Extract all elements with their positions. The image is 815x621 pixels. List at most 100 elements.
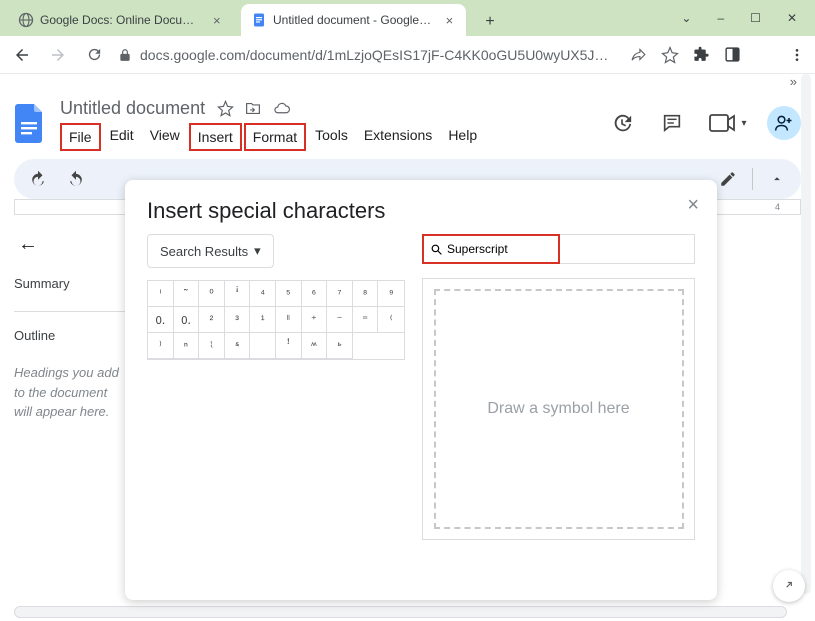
draw-symbol-area[interactable]: Draw a symbol here <box>422 278 695 540</box>
menu-help[interactable]: Help <box>441 123 484 151</box>
docs-header: Untitled document File Edit View Insert … <box>0 92 815 151</box>
search-extra[interactable] <box>560 234 695 264</box>
draw-hint: Draw a symbol here <box>487 400 629 418</box>
outline-panel: ← Summary Outline Headings you add to th… <box>14 223 126 422</box>
redo-button[interactable] <box>62 165 90 193</box>
kebab-menu-icon[interactable] <box>789 47 805 63</box>
char-cell[interactable]: 𐞻 <box>250 333 276 359</box>
maximize-icon[interactable]: ☐ <box>750 11 761 25</box>
char-cell[interactable]: ⁶ <box>302 281 328 307</box>
search-input[interactable] <box>447 242 547 256</box>
outline-heading: Outline <box>14 328 126 343</box>
char-cell[interactable]: ⁷ <box>327 281 353 307</box>
char-cell[interactable]: ⁰ <box>199 281 225 307</box>
tab-google-docs-home[interactable]: Google Docs: Online Document E × <box>8 4 233 36</box>
history-icon[interactable] <box>605 106 639 140</box>
share-url-icon[interactable] <box>630 46 647 63</box>
collapse-icon[interactable] <box>763 165 791 193</box>
dialog-close-icon[interactable]: × <box>687 194 699 217</box>
back-button[interactable] <box>10 43 34 67</box>
comments-icon[interactable] <box>655 106 689 140</box>
lock-icon <box>118 48 132 62</box>
docs-logo-icon[interactable] <box>14 102 50 146</box>
char-cell[interactable]: ꜝ <box>276 333 302 359</box>
menu-edit[interactable]: Edit <box>103 123 141 151</box>
char-cell[interactable]: ⁸ <box>353 281 379 307</box>
char-cell[interactable]: ⁴ <box>250 281 276 307</box>
horizontal-scrollbar[interactable] <box>14 606 787 618</box>
char-cell[interactable]: ¹ <box>250 307 276 333</box>
menu-file[interactable]: File <box>60 123 101 151</box>
share-button[interactable] <box>767 106 801 140</box>
url-display[interactable]: docs.google.com/document/d/1mLzjoQEsIS17… <box>118 47 618 63</box>
account-icon[interactable] <box>724 46 741 63</box>
char-cell[interactable]: ⁼ <box>353 307 379 333</box>
url-actions <box>630 46 805 64</box>
outline-back-icon[interactable]: ← <box>18 233 126 256</box>
menu-tools[interactable]: Tools <box>308 123 355 151</box>
char-cell[interactable]: ⁱ <box>148 281 174 307</box>
bookmark-overflow[interactable]: » <box>0 74 815 92</box>
char-cell[interactable]: 𐞺 <box>225 333 251 359</box>
char-cell[interactable]: ² <box>199 307 225 333</box>
extensions-icon[interactable] <box>693 46 710 63</box>
char-cell[interactable]: 𐞷 <box>276 307 302 333</box>
tab-title: Untitled document - Google Doc <box>273 13 433 27</box>
char-cell[interactable]: ³ <box>225 307 251 333</box>
char-cell[interactable]: ꜞ <box>225 281 251 307</box>
char-cell[interactable]: 🄀 <box>148 307 174 333</box>
outline-placeholder: Headings you add to the document will ap… <box>14 363 126 422</box>
char-cell[interactable]: 𐞹 <box>199 333 225 359</box>
cloud-icon[interactable] <box>272 100 292 117</box>
browser-titlebar: Google Docs: Online Document E × Untitle… <box>0 0 815 36</box>
docs-favicon-icon <box>251 12 267 28</box>
char-cell[interactable]: ⁺ <box>302 307 328 333</box>
vertical-scrollbar[interactable] <box>801 74 811 594</box>
summary-heading: Summary <box>14 276 126 291</box>
character-grid: ⁱ ˜ ⁰ ꜞ ⁴ ⁵ ⁶ ⁷ ⁸ ⁹ 🄀 🄀 ² ³ ¹ 𐞷 ⁺ ⁻ ⁼ ⁽ <box>147 280 405 360</box>
caret-down-icon: ▾ <box>254 243 261 259</box>
close-tab-icon[interactable]: × <box>443 13 456 27</box>
menu-view[interactable]: View <box>143 123 187 151</box>
explore-button[interactable] <box>773 570 805 602</box>
char-cell[interactable]: ⁽ <box>378 307 404 333</box>
menu-insert[interactable]: Insert <box>189 123 242 151</box>
minimize-icon[interactable]: – <box>717 11 724 25</box>
char-cell[interactable]: ꭩ <box>302 333 328 359</box>
undo-button[interactable] <box>24 165 52 193</box>
new-tab-button[interactable]: + <box>476 8 504 36</box>
close-tab-icon[interactable]: × <box>211 13 223 27</box>
menu-extensions[interactable]: Extensions <box>357 123 439 151</box>
char-cell[interactable]: ⁻ <box>327 307 353 333</box>
move-icon[interactable] <box>244 100 262 117</box>
search-input-wrap <box>422 234 560 264</box>
char-cell[interactable]: 🄀 <box>174 307 200 333</box>
menu-format[interactable]: Format <box>244 123 306 151</box>
category-dropdown[interactable]: Search Results ▾ <box>147 234 274 268</box>
special-characters-dialog: × Insert special characters Search Resul… <box>125 180 717 600</box>
tab-untitled-document[interactable]: Untitled document - Google Doc × <box>241 4 466 36</box>
close-window-icon[interactable]: ✕ <box>787 11 797 25</box>
window-controls: ⌄ – ☐ ✕ <box>681 0 815 36</box>
char-cell[interactable]: ⁿ <box>174 333 200 359</box>
editing-mode-icon[interactable] <box>714 165 742 193</box>
char-cell[interactable]: ⁾ <box>148 333 174 359</box>
globe-icon <box>18 12 34 28</box>
menu-bar: File Edit View Insert Format Tools Exten… <box>60 123 595 151</box>
char-cell[interactable]: ˜ <box>174 281 200 307</box>
char-cell[interactable]: ꚝ <box>327 333 353 359</box>
char-cell[interactable]: ⁵ <box>276 281 302 307</box>
reload-button[interactable] <box>82 43 106 67</box>
url-text: docs.google.com/document/d/1mLzjoQEsIS17… <box>140 47 608 63</box>
star-outline-icon[interactable] <box>217 100 234 117</box>
address-bar: docs.google.com/document/d/1mLzjoQEsIS17… <box>0 36 815 74</box>
char-cell[interactable]: ⁹ <box>378 281 404 307</box>
document-title[interactable]: Untitled document <box>60 98 205 119</box>
chevron-down-icon[interactable]: ⌄ <box>681 11 691 25</box>
forward-button[interactable] <box>46 43 70 67</box>
meet-icon[interactable]: ▾ <box>705 106 751 140</box>
search-icon <box>430 243 443 256</box>
dialog-title: Insert special characters <box>125 180 717 234</box>
star-icon[interactable] <box>661 46 679 64</box>
tab-title: Google Docs: Online Document E <box>40 13 201 27</box>
